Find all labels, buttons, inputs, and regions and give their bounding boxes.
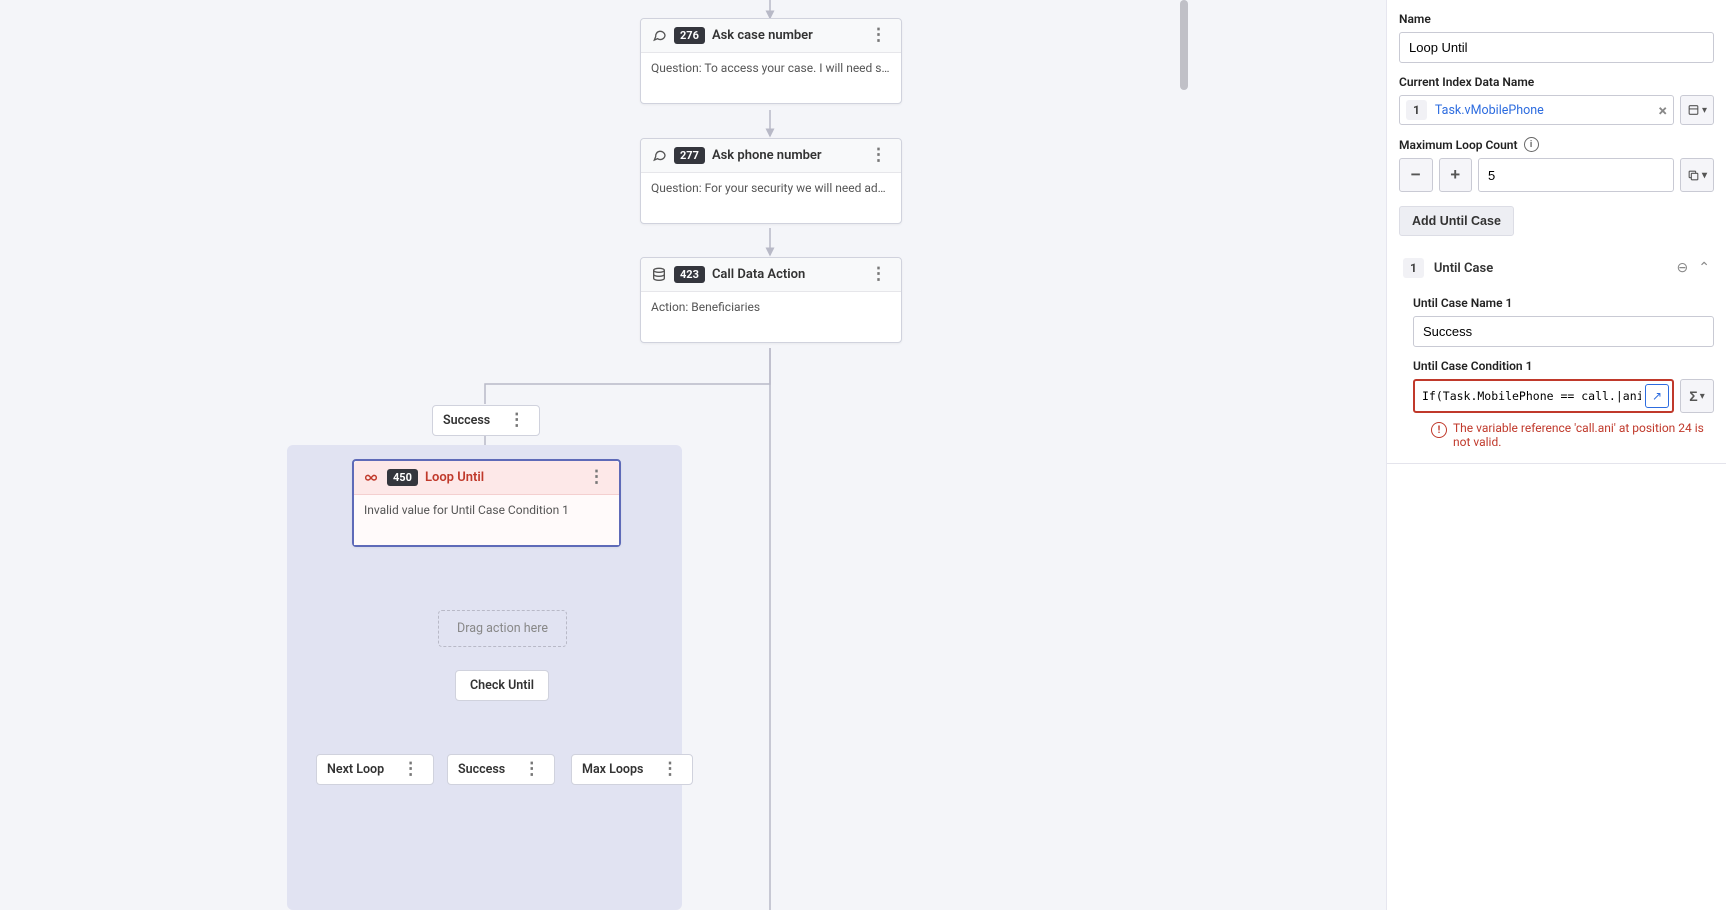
label-max-loop: Maximum Loop Count i [1399,137,1714,152]
label-current-index: Current Index Data Name [1399,75,1714,89]
branch-chip-success-loop[interactable]: Success ⋮ [447,754,555,785]
drop-action-zone[interactable]: Drag action here [438,610,567,647]
delete-case-icon[interactable]: ⊖ [1677,260,1689,276]
node-menu-button[interactable]: ⋮ [866,266,891,283]
node-id-badge: 277 [674,147,705,164]
chip-menu-button[interactable]: ⋮ [398,761,423,778]
node-ask-phone[interactable]: 277 Ask phone number ⋮ Question: For you… [640,138,902,224]
copy-button[interactable]: ▾ [1680,158,1714,192]
infinity-icon [364,470,380,486]
flow-canvas[interactable]: 276 Ask case number ⋮ Question: To acces… [0,0,1386,910]
node-error-msg: Invalid value for Until Case Condition 1 [354,495,619,545]
canvas-scrollbar[interactable] [1180,0,1188,90]
node-id-badge: 423 [674,266,705,283]
branch-chip-max-loops[interactable]: Max Loops ⋮ [571,754,693,785]
label-case-condition: Until Case Condition 1 [1413,359,1714,373]
add-until-case-button[interactable]: Add Until Case [1399,206,1514,236]
chip-menu-button[interactable]: ⋮ [519,761,544,778]
info-icon[interactable]: i [1524,137,1539,152]
node-id-badge: 450 [387,469,418,486]
case-title: Until Case [1434,261,1493,276]
branch-chip-success[interactable]: Success ⋮ [432,405,540,436]
chip-menu-button[interactable]: ⋮ [657,761,682,778]
case-badge: 1 [1403,258,1424,278]
max-loop-input[interactable] [1478,158,1674,192]
condition-input[interactable] [1418,385,1645,407]
node-body: Action: Beneficiaries [641,292,901,342]
node-title: Ask phone number [712,148,822,163]
node-menu-button[interactable]: ⋮ [584,469,609,486]
node-call-data[interactable]: 423 Call Data Action ⋮ Action: Beneficia… [640,257,902,343]
data-picker-button[interactable]: ▾ [1680,95,1714,125]
node-menu-button[interactable]: ⋮ [866,27,891,44]
label-name: Name [1399,12,1714,26]
until-case-header[interactable]: 1 Until Case ⊖ ⌃ [1399,252,1714,284]
index-data-field[interactable]: 1 Task.vMobilePhone × [1399,95,1674,125]
condition-error: ! The variable reference 'call.ani' at p… [1431,421,1714,449]
chip-menu-button[interactable]: ⋮ [504,412,529,429]
increment-button[interactable]: + [1439,158,1473,192]
chip-check-until[interactable]: Check Until [455,670,549,701]
node-id-badge: 276 [674,27,705,44]
node-title: Call Data Action [712,267,805,282]
clear-index-button[interactable]: × [1659,101,1668,120]
node-menu-button[interactable]: ⋮ [866,147,891,164]
database-icon [651,267,667,283]
chat-icon [651,28,667,44]
case-name-input[interactable] [1413,316,1714,347]
condition-field[interactable]: ↗ [1413,379,1674,413]
error-icon: ! [1431,422,1447,438]
name-input[interactable] [1399,32,1714,63]
node-title: Loop Until [425,470,484,485]
node-body: Question: To access your case. I will ne… [641,53,901,103]
properties-panel: Name Current Index Data Name 1 Task.vMob… [1386,0,1726,910]
node-title: Ask case number [712,28,813,43]
panel-divider [1387,463,1726,464]
expand-expression-button[interactable]: ↗ [1645,384,1669,408]
index-badge: 1 [1406,100,1427,120]
node-body: Question: For your security we will need… [641,173,901,223]
chat-icon [651,148,667,164]
index-value: Task.vMobilePhone [1435,103,1544,118]
decrement-button[interactable]: − [1399,158,1433,192]
label-case-name: Until Case Name 1 [1413,296,1714,310]
collapse-case-icon[interactable]: ⌃ [1698,260,1710,276]
branch-chip-next-loop[interactable]: Next Loop ⋮ [316,754,434,785]
expression-picker-button[interactable]: Σ▾ [1680,379,1714,413]
node-loop-until[interactable]: 450 Loop Until ⋮ Invalid value for Until… [352,459,621,547]
node-ask-case[interactable]: 276 Ask case number ⋮ Question: To acces… [640,18,902,104]
